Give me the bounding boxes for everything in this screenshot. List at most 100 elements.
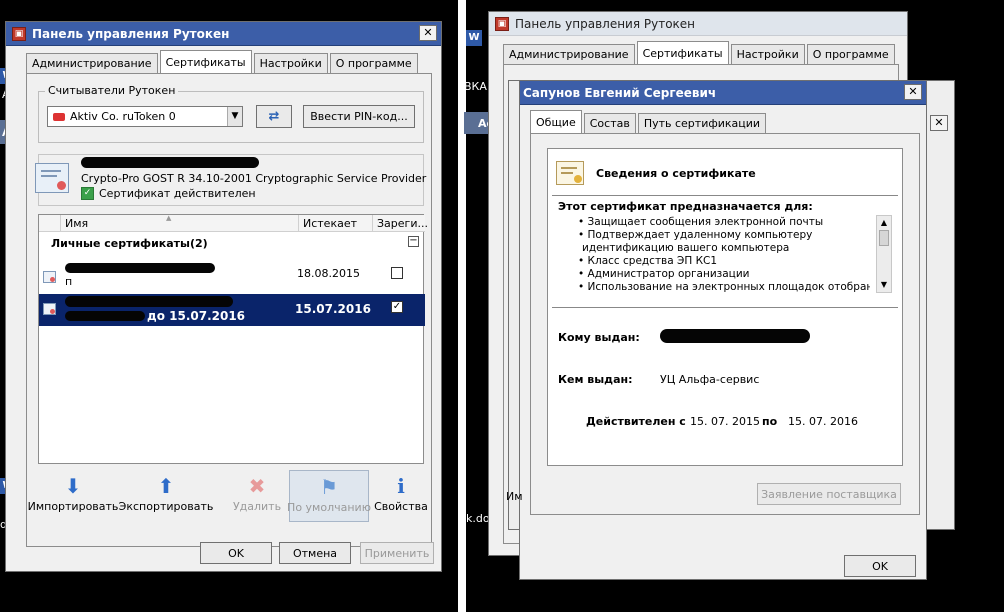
title-bar: ▣ Панель управления Рутокен bbox=[489, 12, 907, 36]
scroll-up-icon[interactable]: ▲ bbox=[877, 216, 891, 230]
tab-settings[interactable]: Настройки bbox=[730, 44, 805, 64]
export-arrow-icon: ⬆ bbox=[157, 474, 175, 498]
window-title: Сапунов Евгений Сергеевич bbox=[523, 85, 717, 100]
sort-up-icon: ▲ bbox=[166, 214, 172, 222]
table-row[interactable]: п 18.08.2015 bbox=[39, 259, 425, 293]
tab-certification-path[interactable]: Путь сертификации bbox=[637, 113, 767, 133]
word-doc-icon[interactable]: W bbox=[466, 30, 482, 46]
redacted-cert-name bbox=[65, 311, 145, 321]
certificate-icon bbox=[43, 271, 56, 283]
rutoken-app-icon: ▣ bbox=[495, 16, 509, 31]
certificate-dialog: Сапунов Евгений Сергеевич ✕ Общие Состав… bbox=[519, 80, 927, 580]
desktop-text: Им bbox=[506, 490, 523, 503]
export-button[interactable]: ⬆ Экспортировать bbox=[119, 474, 214, 513]
purpose-item: • Защищает сообщения электронной почты bbox=[578, 216, 824, 228]
rutoken-control-panel-window: ▣ Панель управления Рутокен ✕ Администри… bbox=[5, 21, 442, 572]
tab-certificates[interactable]: Сертификаты bbox=[159, 50, 252, 73]
purpose-item: • Администратор организации bbox=[578, 268, 750, 280]
issuer-statement-button[interactable]: Заявление поставщика bbox=[757, 483, 901, 505]
set-default-button[interactable]: ⚑ По умолчанию bbox=[287, 470, 371, 522]
close-icon[interactable]: ✕ bbox=[904, 84, 922, 100]
registered-checkbox[interactable] bbox=[391, 267, 403, 279]
purpose-item: • Использование на электронных площадок … bbox=[578, 281, 870, 293]
enter-pin-button[interactable]: Ввести PIN-код... bbox=[303, 105, 415, 128]
issued-by-value: УЦ Альфа-сервис bbox=[660, 373, 760, 386]
issued-by-label: Кем выдан: bbox=[558, 373, 633, 386]
purpose-scrollbar[interactable]: ▲ ▼ bbox=[876, 215, 892, 293]
valid-to-label: по bbox=[762, 415, 778, 428]
tab-strip: Администрирование Сертификаты Настройки … bbox=[26, 50, 420, 73]
tab-certificates[interactable]: Сертификаты bbox=[636, 41, 729, 64]
purpose-heading: Этот сертификат предназначается для: bbox=[558, 200, 813, 213]
refresh-readers-button[interactable]: ⇄ bbox=[256, 105, 292, 128]
certificate-large-icon bbox=[35, 163, 69, 193]
valid-from-label: Действителен с bbox=[586, 415, 686, 428]
window-title: Панель управления Рутокен bbox=[515, 16, 696, 31]
certificate-info-pane: Сведения о сертификате Этот сертификат п… bbox=[547, 148, 903, 466]
collapse-icon[interactable]: − bbox=[408, 236, 419, 247]
cert-expiry: 15.07.2016 bbox=[295, 302, 371, 316]
tab-strip: Администрирование Сертификаты Настройки … bbox=[503, 41, 897, 64]
refresh-icon: ⇄ bbox=[268, 109, 280, 124]
cancel-button[interactable]: Отмена bbox=[279, 542, 351, 564]
purpose-list: • Защищает сообщения электронной почты •… bbox=[578, 216, 870, 300]
issued-to-label: Кому выдан: bbox=[558, 331, 640, 344]
redacted-owner-name bbox=[81, 157, 259, 168]
certificate-icon bbox=[556, 161, 584, 185]
tab-administration[interactable]: Администрирование bbox=[503, 44, 635, 64]
purpose-item: идентификацию вашего компьютера bbox=[582, 242, 790, 254]
valid-to-value: 15. 07. 2016 bbox=[788, 415, 858, 428]
reader-select[interactable]: Aktiv Co. ruToken 0 ▼ bbox=[47, 106, 243, 127]
flag-icon: ⚑ bbox=[320, 475, 338, 499]
ok-button[interactable]: OK bbox=[844, 555, 916, 577]
divider bbox=[552, 195, 898, 196]
properties-button[interactable]: i Свойства bbox=[373, 474, 429, 513]
close-icon[interactable]: ✕ bbox=[930, 115, 948, 131]
purpose-item: • Подтверждает удаленному компьютеру bbox=[578, 229, 813, 241]
cert-expiry: 18.08.2015 bbox=[297, 267, 360, 280]
title-bar: Сапунов Евгений Сергеевич ✕ bbox=[520, 81, 926, 105]
close-icon[interactable]: ✕ bbox=[419, 25, 437, 41]
tab-about[interactable]: О программе bbox=[329, 53, 418, 73]
tab-general[interactable]: Общие bbox=[530, 110, 582, 133]
scroll-down-icon[interactable]: ▼ bbox=[877, 278, 891, 292]
tab-details[interactable]: Состав bbox=[583, 113, 636, 133]
tab-strip: Общие Состав Путь сертификации bbox=[530, 110, 768, 133]
readers-group: Считыватели Рутокен Aktiv Co. ruToken 0 … bbox=[38, 84, 424, 143]
purpose-item: • Класс средства ЭП КС1 bbox=[578, 255, 718, 267]
tab-administration[interactable]: Администрирование bbox=[26, 53, 158, 73]
delete-x-icon: ✖ bbox=[248, 474, 266, 498]
cert-name-fragment: п bbox=[65, 275, 73, 288]
table-header-expires[interactable]: Истекает bbox=[299, 215, 373, 232]
tab-about[interactable]: О программе bbox=[806, 44, 895, 64]
reader-selected-value: Aktiv Co. ruToken 0 bbox=[70, 110, 176, 123]
table-row-selected[interactable]: до 15.07.2016 15.07.2016 ✓ bbox=[39, 294, 425, 326]
certificate-info-box: Crypto-Pro GOST R 34.10-2001 Cryptograph… bbox=[35, 154, 426, 206]
table-header-sort bbox=[39, 215, 61, 232]
import-button[interactable]: ⬇ Импортировать bbox=[28, 474, 119, 513]
chevron-down-icon[interactable]: ▼ bbox=[227, 107, 242, 126]
valid-check-icon: ✓ bbox=[81, 187, 94, 200]
readers-group-label: Считыватели Рутокен bbox=[45, 84, 179, 97]
import-arrow-icon: ⬇ bbox=[64, 474, 82, 498]
redacted-issued-to bbox=[660, 329, 810, 343]
general-tab-panel: Сведения о сертификате Этот сертификат п… bbox=[530, 133, 920, 515]
cert-name-fragment: до 15.07.2016 bbox=[147, 309, 246, 323]
table-header-registered[interactable]: Зареги... bbox=[373, 215, 428, 232]
cert-status-text: Сертификат действителен bbox=[99, 187, 256, 200]
window-title: Панель управления Рутокен bbox=[32, 26, 230, 41]
certificates-table: Имя ▲ Истекает Зареги... Личные сертифик… bbox=[38, 214, 428, 464]
certificate-icon bbox=[43, 303, 56, 315]
rutoken-app-icon: ▣ bbox=[12, 26, 26, 41]
tab-settings[interactable]: Настройки bbox=[253, 53, 328, 73]
redacted-cert-name bbox=[65, 296, 233, 307]
delete-button[interactable]: ✖ Удалить bbox=[227, 474, 287, 513]
apply-button[interactable]: Применить bbox=[360, 542, 434, 564]
table-header-name[interactable]: Имя ▲ bbox=[61, 214, 299, 232]
scroll-thumb[interactable] bbox=[879, 230, 889, 246]
valid-from-value: 15. 07. 2015 bbox=[690, 415, 760, 428]
ok-button[interactable]: OK bbox=[200, 542, 272, 564]
key-token-icon bbox=[53, 112, 65, 121]
info-icon: i bbox=[397, 474, 405, 498]
registered-checkbox[interactable]: ✓ bbox=[391, 301, 403, 313]
